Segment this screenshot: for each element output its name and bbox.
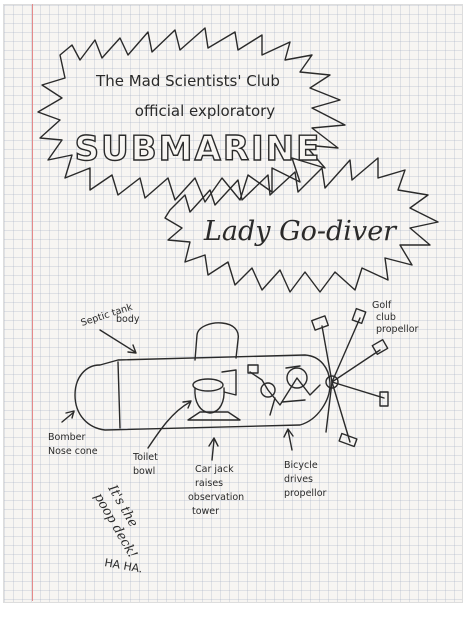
label-golf-3: propellor xyxy=(376,324,419,335)
label-bicycle-3: propellor xyxy=(284,488,327,499)
nose-cone-seam xyxy=(117,361,121,429)
title-submarine: SUBMARINE xyxy=(75,129,322,169)
label-golf-1: Golf xyxy=(372,300,392,311)
title-line-1: The Mad Scientists' Club xyxy=(95,72,280,90)
title-line-2: official exploratory xyxy=(135,102,276,120)
sketch-page: The Mad Scientists' Club official explor… xyxy=(0,0,466,617)
septic-tank-body xyxy=(74,354,331,431)
label-golf-2: club xyxy=(376,312,396,323)
label-toilet-2: bowl xyxy=(133,466,155,477)
label-carjack-4: tower xyxy=(192,506,219,517)
label-bicycle-2: drives xyxy=(284,474,313,485)
toilet-bowl-rim xyxy=(192,378,224,392)
toilet-bowl xyxy=(194,387,225,414)
label-bomber-2: Nose cone xyxy=(48,446,98,457)
label-carjack-2: raises xyxy=(195,478,223,489)
label-carjack-3: observation xyxy=(188,492,244,503)
label-bomber-1: Bomber xyxy=(48,432,85,443)
label-bicycle-1: Bicycle xyxy=(284,460,318,471)
ha-ha: HA HA. xyxy=(103,556,143,575)
submarine-name: Lady Go-diver xyxy=(203,216,398,247)
car-jack xyxy=(187,411,241,421)
observation-tower xyxy=(194,322,240,361)
label-septic-2: body xyxy=(116,314,140,325)
annotation-arrows xyxy=(61,329,294,461)
label-toilet-1: Toilet xyxy=(132,452,158,463)
drawing: The Mad Scientists' Club official explor… xyxy=(37,27,439,576)
label-carjack-1: Car jack xyxy=(195,464,234,475)
